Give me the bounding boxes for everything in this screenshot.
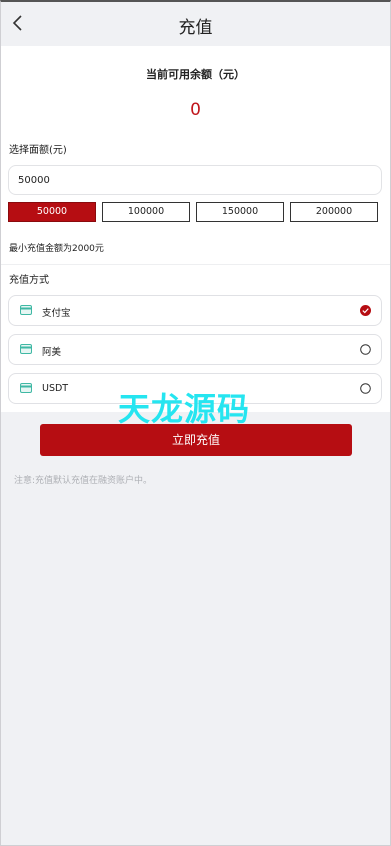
recharge-submit-button[interactable]: 立即充值 <box>40 424 352 456</box>
payment-method-name: 阿美 <box>42 347 62 358</box>
amount-label: 选择面额(元) <box>9 145 67 156</box>
card-icon <box>20 305 32 315</box>
preset-100000-button[interactable]: 100000 <box>102 202 190 222</box>
payment-method-label: 充值方式 <box>9 275 49 286</box>
preset-200000-button[interactable]: 200000 <box>290 202 378 222</box>
page-title: 充值 <box>178 18 213 38</box>
preset-amounts: 50000 100000 150000 200000 <box>8 202 382 224</box>
payment-method-name: 支付宝 <box>42 308 71 319</box>
recharge-panel: 当前可用余额（元） 0 选择面额(元) 50000 100000 150000 … <box>0 46 391 412</box>
preset-50000-button[interactable]: 50000 <box>8 202 96 222</box>
recharge-note: 注意:充值默认充值在融资账户中。 <box>14 476 153 486</box>
radio-unchecked-icon[interactable] <box>360 344 371 355</box>
radio-checked-icon[interactable] <box>360 305 371 316</box>
preset-150000-button[interactable]: 150000 <box>196 202 284 222</box>
amount-input[interactable] <box>8 165 382 195</box>
balance-label: 当前可用余额（元） <box>146 68 245 81</box>
balance-value: 0 <box>190 100 201 120</box>
radio-unchecked-icon[interactable] <box>360 383 371 394</box>
card-icon <box>20 344 32 354</box>
payment-method-name: USDT <box>42 383 69 394</box>
card-icon <box>20 383 32 393</box>
payment-method-alipay[interactable]: 支付宝 <box>8 295 382 326</box>
top-bar: 充值 <box>0 0 391 46</box>
payment-method-amei[interactable]: 阿美 <box>8 334 382 365</box>
minimum-amount-note: 最小充值金额为2000元 <box>9 244 104 254</box>
divider <box>0 264 391 265</box>
